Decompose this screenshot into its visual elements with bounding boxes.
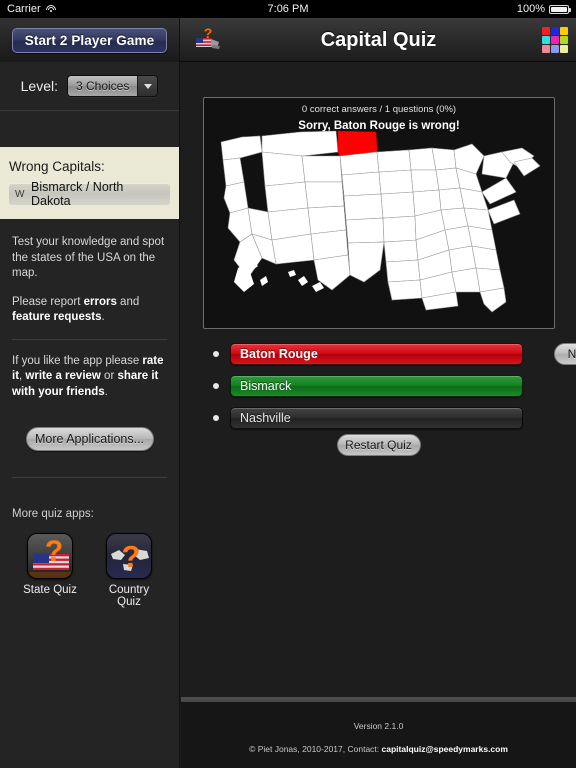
grid-cell — [560, 45, 568, 53]
sidebar: Level: 3 Choices Wrong Capitals: W Bisma… — [0, 62, 180, 768]
start-2-player-game-button[interactable]: Start 2 Player Game — [12, 27, 167, 53]
chevron-down-icon — [137, 76, 158, 96]
body-wrapper: Level: 3 Choices Wrong Capitals: W Bisma… — [0, 62, 576, 768]
restart-quiz-button[interactable]: Restart Quiz — [336, 434, 421, 456]
answer-button-neutral[interactable]: Nashville — [230, 407, 523, 429]
answer-row-3: Nashville — [213, 407, 523, 429]
info2-pre: Please report — [12, 295, 84, 308]
level-select[interactable]: 3 Choices — [66, 75, 159, 97]
level-selector-row: Level: 3 Choices — [0, 62, 179, 110]
usa-map[interactable] — [204, 130, 555, 320]
navigation-bar: Start 2 Player Game ? Capital Quiz — [0, 18, 576, 62]
map-header: 0 correct answers / 1 questions (0%) Sor… — [204, 98, 554, 132]
app-country-quiz[interactable]: ? Country Quiz — [98, 533, 160, 608]
write-review-link[interactable]: write a review — [25, 370, 100, 382]
svg-text:?: ? — [122, 539, 141, 574]
navbar-right-section: ? Capital Quiz — [181, 18, 576, 62]
grid-cell — [560, 27, 568, 35]
answers-list: Baton Rouge Next Bismarck Nashville — [213, 343, 576, 439]
map-panel[interactable]: 0 correct answers / 1 questions (0%) Sor… — [203, 97, 555, 329]
sidebar-info-block: Test your knowledge and spot the states … — [0, 219, 179, 326]
answer-button-wrong[interactable]: Baton Rouge — [230, 343, 523, 365]
country-quiz-app-icon: ? — [106, 533, 152, 579]
grid-cell — [542, 27, 550, 35]
color-grid-icon[interactable] — [542, 27, 568, 53]
grid-cell — [551, 36, 559, 44]
grid-cell — [560, 36, 568, 44]
copyright-text: © Piet Jonas, 2010-2017, Contact: — [249, 744, 382, 754]
next-button[interactable]: Next — [554, 343, 576, 365]
info3-mid2: or — [100, 370, 118, 382]
main-content: 0 correct answers / 1 questions (0%) Sor… — [181, 62, 576, 768]
answer-bullet-icon — [213, 351, 219, 357]
answer-bullet-icon — [213, 383, 219, 389]
feature-requests-link[interactable]: feature requests — [12, 311, 101, 323]
info2-mid: and — [116, 295, 140, 308]
copyright-label: © Piet Jonas, 2010-2017, Contact: capita… — [181, 744, 576, 754]
version-label: Version 2.1.0 — [353, 721, 404, 731]
answer-row-1: Baton Rouge — [213, 343, 523, 365]
contact-email-link[interactable]: capitalquiz@speedymarks.com — [382, 744, 508, 754]
status-bar-time: 7:06 PM — [267, 3, 309, 15]
page-title: Capital Quiz — [320, 29, 437, 51]
level-select-value: 3 Choices — [67, 76, 138, 96]
app-screen: Carrier 7:06 PM 100% Start 2 Player Game — [0, 0, 576, 768]
more-applications-button[interactable]: More Applications... — [25, 427, 154, 451]
answer-row-wrapper: Baton Rouge Next — [213, 343, 576, 365]
info-paragraph-2: Please report errors and feature request… — [12, 295, 167, 326]
wrong-item-label: Bismarck / North Dakota — [31, 180, 124, 208]
sidebar-rate-block: If you like the app please rate it, writ… — [0, 354, 179, 401]
app-state-quiz-label: State Quiz — [23, 584, 77, 596]
info-paragraph-1: Test your knowledge and spot the states … — [12, 236, 165, 279]
state-quiz-app-icon: ? — [27, 533, 73, 579]
info3-pre: If you like the app please — [12, 354, 143, 367]
wrong-capitals-title: Wrong Capitals: — [9, 159, 105, 174]
grid-cell — [542, 36, 550, 44]
answer-row-2: Bismarck — [213, 375, 523, 397]
answer-bullet-icon — [213, 415, 219, 421]
answer-button-correct[interactable]: Bismarck — [230, 375, 523, 397]
grid-cell — [542, 45, 550, 53]
wrong-item-marker: W — [15, 188, 25, 200]
sidebar-rule-1 — [12, 338, 167, 340]
app-state-quiz[interactable]: ? State Quiz — [19, 533, 81, 608]
quiz-stats-label: 0 correct answers / 1 questions (0%) — [301, 104, 457, 115]
navbar-left-section: Start 2 Player Game — [0, 18, 180, 62]
level-label: Level: — [20, 78, 58, 94]
quiz-apps-row: ? State Quiz ? Country Quiz — [0, 533, 179, 608]
sidebar-rule-2 — [12, 477, 167, 478]
grid-cell — [551, 45, 559, 53]
info-paragraph-3: If you like the app please rate it, writ… — [12, 354, 167, 401]
list-item[interactable]: W Bismarck / North Dakota — [9, 180, 170, 208]
svg-text:?: ? — [45, 535, 63, 568]
info3-end: . — [104, 385, 108, 398]
more-quiz-apps-label: More quiz apps: — [12, 508, 94, 520]
status-bar-right: 100% — [516, 3, 571, 15]
battery-percent-label: 100% — [516, 3, 545, 15]
grid-cell — [551, 27, 559, 35]
app-country-quiz-label: Country Quiz — [108, 584, 150, 608]
status-bar: Carrier 7:06 PM 100% — [0, 0, 576, 18]
info2-end: . — [101, 311, 105, 323]
wrong-capitals-panel: Wrong Capitals: W Bismarck / North Dakot… — [0, 147, 179, 219]
battery-icon — [549, 4, 571, 14]
errors-link[interactable]: errors — [84, 296, 117, 308]
footer: Version 2.1.0 © Piet Jonas, 2010-2017, C… — [181, 703, 576, 768]
